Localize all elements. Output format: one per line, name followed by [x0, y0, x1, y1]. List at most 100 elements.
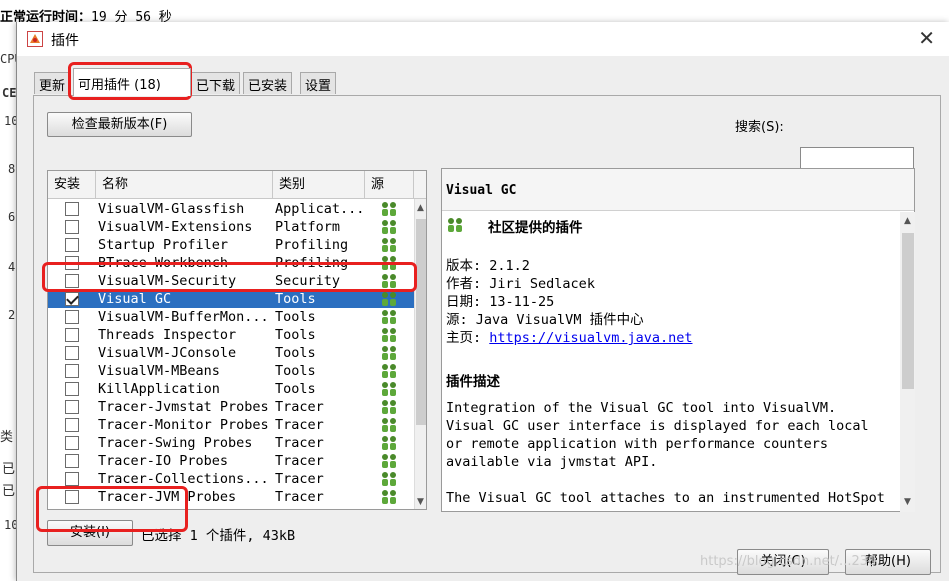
plugins-table: 安装 名称 类别 源 VisualVM-Glassfish Applicat...…	[47, 170, 427, 510]
install-checkbox[interactable]	[65, 490, 79, 504]
description-line: or remote application with performance c…	[446, 436, 829, 452]
table-row[interactable]: VisualVM-JConsole Tools	[48, 344, 414, 362]
table-row[interactable]: Threads Inspector Tools	[48, 326, 414, 344]
table-row[interactable]: VisualVM-Security Security	[48, 272, 414, 290]
install-checkbox[interactable]	[65, 310, 79, 324]
install-button[interactable]: 安装(I)	[47, 520, 133, 546]
bg-fragment: 2	[8, 308, 16, 322]
tab-settings[interactable]: 设置	[300, 72, 337, 94]
plugin-category: Tracer	[275, 453, 324, 469]
column-install[interactable]: 安装	[48, 171, 96, 199]
description-heading: 插件描述	[446, 374, 500, 390]
bg-fragment: 类	[0, 430, 14, 445]
description-line: The Visual GC tool attaches to an instru…	[446, 490, 885, 506]
tab-downloaded[interactable]: 已下载	[191, 72, 241, 94]
source-line: 源: Java VisualVM 插件中心	[446, 312, 644, 328]
table-row[interactable]: BTrace Workbench Profiling	[48, 254, 414, 272]
date-line: 日期: 13-11-25	[446, 294, 555, 310]
table-header: 安装 名称 类别 源	[48, 171, 426, 199]
plugin-name: Tracer-Swing Probes	[98, 435, 253, 451]
plugin-name: VisualVM-MBeans	[98, 363, 220, 379]
plugin-name: Tracer-Collections...	[98, 471, 269, 487]
table-row[interactable]: Tracer-Collections... Tracer	[48, 470, 414, 488]
table-row[interactable]: Visual GC Tools	[48, 290, 414, 308]
search-label: 搜索(S):	[735, 120, 784, 135]
plugin-name: KillApplication	[98, 381, 220, 397]
detail-scrollbar-thumb[interactable]	[902, 233, 914, 389]
table-row[interactable]: VisualVM-BufferMon... Tools	[48, 308, 414, 326]
plugin-category: Tracer	[275, 399, 324, 415]
install-checkbox[interactable]	[65, 328, 79, 342]
table-scrollbar-thumb[interactable]	[416, 219, 426, 425]
check-updates-button[interactable]: 检查最新版本(F)	[47, 112, 192, 137]
install-checkbox[interactable]	[65, 274, 79, 288]
plugin-category: Tools	[275, 327, 316, 343]
description-line: available via jvmstat API.	[446, 454, 658, 470]
plugin-category: Tools	[275, 309, 316, 325]
community-badge: 社区提供的插件	[488, 220, 583, 236]
homepage-link[interactable]: https://visualvm.java.net	[489, 330, 692, 346]
plugin-category: Tools	[275, 363, 316, 379]
plugin-name: Tracer-JVM Probes	[98, 489, 237, 505]
scroll-up-icon[interactable]: ▲	[417, 203, 424, 213]
install-checkbox[interactable]	[65, 346, 79, 360]
plugin-detail-pane: Visual GC 社区提供的插件 版本: 2.1.2 作者: Jiri Sed…	[441, 168, 915, 512]
tab-updates[interactable]: 更新	[34, 72, 71, 94]
plugins-dialog: 插件 ✕ 更新 可用插件 (18) 已下载 已安装 设置 检查最新版本(F) 搜…	[16, 22, 949, 581]
scroll-up-icon[interactable]: ▲	[904, 216, 911, 226]
tab-available-plugins[interactable]: 可用插件 (18)	[73, 68, 191, 96]
plugin-name: VisualVM-Security	[98, 273, 237, 289]
install-checkbox[interactable]	[65, 364, 79, 378]
install-checkbox[interactable]	[65, 382, 79, 396]
plugin-category: Profiling	[275, 255, 349, 271]
install-checkbox[interactable]	[65, 454, 79, 468]
plugin-category: Tracer	[275, 489, 324, 505]
table-row[interactable]: Tracer-IO Probes Tracer	[48, 452, 414, 470]
plugin-category: Security	[275, 273, 341, 289]
plugin-name: VisualVM-BufferMon...	[98, 309, 269, 325]
author-line: 作者: Jiri Sedlacek	[446, 276, 595, 292]
scroll-down-icon[interactable]: ▼	[417, 497, 424, 507]
plugin-name: Tracer-IO Probes	[98, 453, 229, 469]
scroll-down-icon[interactable]: ▼	[904, 497, 911, 507]
column-category[interactable]: 类别	[273, 171, 365, 199]
install-checkbox[interactable]	[65, 220, 79, 234]
install-checkbox[interactable]	[65, 472, 79, 486]
install-checkbox[interactable]	[65, 202, 79, 216]
tab-installed[interactable]: 已安装	[243, 72, 293, 94]
version-line: 版本: 2.1.2	[446, 258, 530, 274]
plugin-name: Tracer-Monitor Probes	[98, 417, 269, 433]
description-line: Visual GC user interface is displayed fo…	[446, 418, 869, 434]
plugin-name: Visual GC	[98, 291, 172, 307]
visualvm-icon	[27, 31, 43, 47]
homepage-line: 主页: https://visualvm.java.net	[446, 330, 693, 346]
install-checkbox[interactable]	[65, 418, 79, 432]
table-row[interactable]: KillApplication Tools	[48, 380, 414, 398]
close-icon[interactable]: ✕	[918, 26, 935, 50]
column-source[interactable]: 源	[365, 171, 414, 199]
table-row[interactable]: Tracer-Swing Probes Tracer	[48, 434, 414, 452]
bg-fragment: 8	[8, 162, 16, 176]
table-row[interactable]: Tracer-JVM Probes Tracer	[48, 488, 414, 506]
dialog-titlebar[interactable]: 插件 ✕	[17, 22, 949, 56]
table-row[interactable]: Tracer-Jvmstat Probes Tracer	[48, 398, 414, 416]
bg-fragment: CE	[2, 86, 17, 100]
plugin-name: Threads Inspector	[98, 327, 237, 343]
plugin-name: VisualVM-JConsole	[98, 345, 237, 361]
watermark: https://blog.csdn.net/...230	[700, 554, 877, 569]
bg-fragment: 4	[8, 260, 16, 274]
table-row[interactable]: VisualVM-Extensions Platform	[48, 218, 414, 236]
detail-content: 社区提供的插件 版本: 2.1.2 作者: Jiri Sedlacek 日期: …	[442, 212, 900, 512]
install-checkbox[interactable]	[65, 292, 79, 306]
column-name[interactable]: 名称	[96, 171, 273, 199]
bg-fragment: 已	[2, 462, 16, 477]
table-row[interactable]: VisualVM-MBeans Tools	[48, 362, 414, 380]
table-row[interactable]: VisualVM-Glassfish Applicat...	[48, 200, 414, 218]
install-checkbox[interactable]	[65, 400, 79, 414]
install-checkbox[interactable]	[65, 436, 79, 450]
install-checkbox[interactable]	[65, 256, 79, 270]
table-row[interactable]: Startup Profiler Profiling	[48, 236, 414, 254]
install-checkbox[interactable]	[65, 238, 79, 252]
table-row[interactable]: Tracer-Monitor Probes Tracer	[48, 416, 414, 434]
dialog-body: 更新 可用插件 (18) 已下载 已安装 设置 检查最新版本(F) 搜索(S):…	[17, 56, 949, 581]
